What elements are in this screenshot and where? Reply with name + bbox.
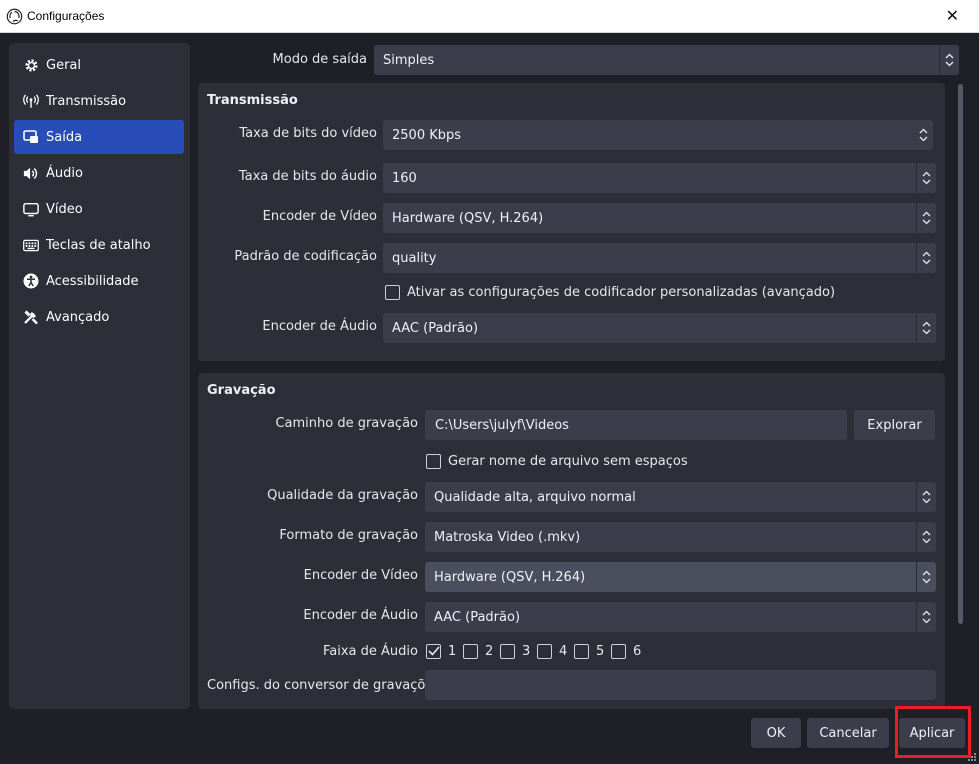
stream-audio-encoder-value: AAC (Padrão) xyxy=(392,320,479,336)
updown-arrows-icon xyxy=(939,45,959,75)
updown-arrows-icon xyxy=(916,313,936,343)
video-bitrate-spinbox[interactable]: 2500 Kbps xyxy=(383,120,933,150)
sidebar-item-audio[interactable]: Áudio xyxy=(14,156,184,190)
sidebar-item-label: Acessibilidade xyxy=(46,273,139,289)
sidebar-item-stream[interactable]: Transmissão xyxy=(14,84,184,118)
custom-encoder-checkbox[interactable] xyxy=(385,285,400,300)
audio-track-4-checkbox[interactable] xyxy=(537,644,552,659)
sidebar-item-label: Transmissão xyxy=(46,93,127,109)
updown-arrows-icon xyxy=(916,602,936,632)
updown-arrows-icon xyxy=(916,482,936,512)
keyboard-icon xyxy=(23,237,39,253)
rec-video-encoder-label: Encoder de Vídeo xyxy=(303,568,418,583)
audio-track-6-checkbox[interactable] xyxy=(611,644,626,659)
audio-bitrate-select[interactable]: 160 xyxy=(383,163,936,193)
sidebar-item-hotkeys[interactable]: Teclas de atalho xyxy=(14,228,184,262)
sidebar-item-label: Vídeo xyxy=(46,201,83,217)
audio-track-3-checkbox[interactable] xyxy=(500,644,515,659)
muxer-settings-label: Configs. do conversor de gravações xyxy=(207,678,441,693)
updown-arrows-icon[interactable] xyxy=(913,120,933,150)
recording-path-value: C:\Users\julyf\Videos xyxy=(435,417,569,433)
output-mode-select[interactable]: Simples xyxy=(374,45,959,75)
sidebar-item-label: Avançado xyxy=(46,309,110,325)
window-titlebar: Configurações ✕ xyxy=(0,0,979,33)
speaker-icon xyxy=(23,165,39,181)
audio-track-5-checkbox[interactable] xyxy=(574,644,589,659)
scrollbar-thumb[interactable] xyxy=(958,84,963,624)
encoder-preset-value: quality xyxy=(392,250,437,266)
audio-bitrate-label: Taxa de bits do áudio xyxy=(238,169,377,184)
recording-quality-value: Qualidade alta, arquivo normal xyxy=(434,489,636,505)
stream-audio-encoder-select[interactable]: AAC (Padrão) xyxy=(383,313,936,343)
stream-video-encoder-label: Encoder de Vídeo xyxy=(262,209,377,224)
audio-bitrate-value: 160 xyxy=(392,170,417,186)
recording-format-select[interactable]: Matroska Video (.mkv) xyxy=(425,522,936,552)
recording-format-label: Formato de gravação xyxy=(279,528,418,543)
recording-path-input[interactable]: C:\Users\julyf\Videos xyxy=(425,410,847,440)
sidebar-item-label: Teclas de atalho xyxy=(46,237,151,253)
updown-arrows-icon xyxy=(916,243,936,273)
recording-quality-select[interactable]: Qualidade alta, arquivo normal xyxy=(425,482,936,512)
updown-arrows-icon xyxy=(916,163,936,193)
stream-audio-encoder-label: Encoder de Áudio xyxy=(262,319,377,334)
encoder-preset-select[interactable]: quality xyxy=(383,243,936,273)
audio-track-label: 1 xyxy=(448,644,457,659)
audio-track-2-checkbox[interactable] xyxy=(463,644,478,659)
audio-tracks-label: Faixa de Áudio xyxy=(323,644,418,659)
audio-track-label: 4 xyxy=(559,644,568,659)
custom-encoder-label: Ativar as configurações de codificador p… xyxy=(407,285,836,300)
updown-arrows-icon xyxy=(916,203,936,233)
streaming-group-title: Transmissão xyxy=(207,93,298,108)
ok-button[interactable]: OK xyxy=(751,718,801,748)
apply-highlight-box xyxy=(895,706,971,758)
video-bitrate-value: 2500 Kbps xyxy=(392,127,462,143)
recording-format-value: Matroska Video (.mkv) xyxy=(434,529,581,545)
close-icon[interactable]: ✕ xyxy=(946,6,959,25)
broadcast-icon xyxy=(23,93,39,109)
output-mode-label: Modo de saída xyxy=(272,52,367,67)
rec-video-encoder-value: Hardware (QSV, H.264) xyxy=(434,569,586,585)
audio-track-label: 2 xyxy=(485,644,494,659)
updown-arrows-icon xyxy=(916,522,936,552)
recording-path-label: Caminho de gravação xyxy=(275,416,418,431)
encoder-preset-label: Padrão de codificação xyxy=(234,249,377,264)
audio-track-1-checkbox[interactable] xyxy=(426,644,441,659)
monitor-icon xyxy=(23,201,39,217)
audio-track-label: 6 xyxy=(633,644,642,659)
audio-track-label: 5 xyxy=(596,644,605,659)
updown-arrows-icon xyxy=(916,562,936,592)
sidebar-item-general[interactable]: Geral xyxy=(14,48,184,82)
window-title: Configurações xyxy=(27,9,105,23)
no-spaces-checkbox[interactable] xyxy=(426,454,441,469)
audio-track-label: 3 xyxy=(522,644,531,659)
muxer-settings-input[interactable] xyxy=(425,670,936,700)
stream-video-encoder-select[interactable]: Hardware (QSV, H.264) xyxy=(383,203,936,233)
output-mode-value: Simples xyxy=(383,52,435,68)
sidebar-item-accessibility[interactable]: Acessibilidade xyxy=(14,264,184,298)
sidebar-item-label: Saída xyxy=(46,129,83,145)
recording-group-title: Gravação xyxy=(207,383,276,398)
video-bitrate-label: Taxa de bits do vídeo xyxy=(239,126,377,141)
rec-audio-encoder-select[interactable]: AAC (Padrão) xyxy=(425,602,936,632)
recording-quality-label: Qualidade da gravação xyxy=(267,488,418,503)
stream-video-encoder-value: Hardware (QSV, H.264) xyxy=(392,210,544,226)
browse-button[interactable]: Explorar xyxy=(854,410,935,440)
settings-sidebar: Geral Transmissão Saída Áudio Vídeo Tecl… xyxy=(9,43,190,709)
sidebar-item-label: Áudio xyxy=(46,165,83,181)
accessibility-icon xyxy=(23,273,39,289)
cancel-button[interactable]: Cancelar xyxy=(807,718,889,748)
no-spaces-label: Gerar nome de arquivo sem espaços xyxy=(448,454,688,469)
resize-grip-icon[interactable] xyxy=(967,752,977,762)
rec-video-encoder-select[interactable]: Hardware (QSV, H.264) xyxy=(425,562,936,592)
sidebar-item-label: Geral xyxy=(46,57,81,73)
sidebar-item-advanced[interactable]: Avançado xyxy=(14,300,184,334)
sidebar-item-output[interactable]: Saída xyxy=(14,120,184,154)
rec-audio-encoder-value: AAC (Padrão) xyxy=(434,609,521,625)
gear-icon xyxy=(23,57,39,73)
obs-logo-icon xyxy=(6,8,23,25)
output-icon xyxy=(23,129,39,145)
sidebar-item-video[interactable]: Vídeo xyxy=(14,192,184,226)
tools-icon xyxy=(23,309,39,325)
rec-audio-encoder-label: Encoder de Áudio xyxy=(303,608,418,623)
